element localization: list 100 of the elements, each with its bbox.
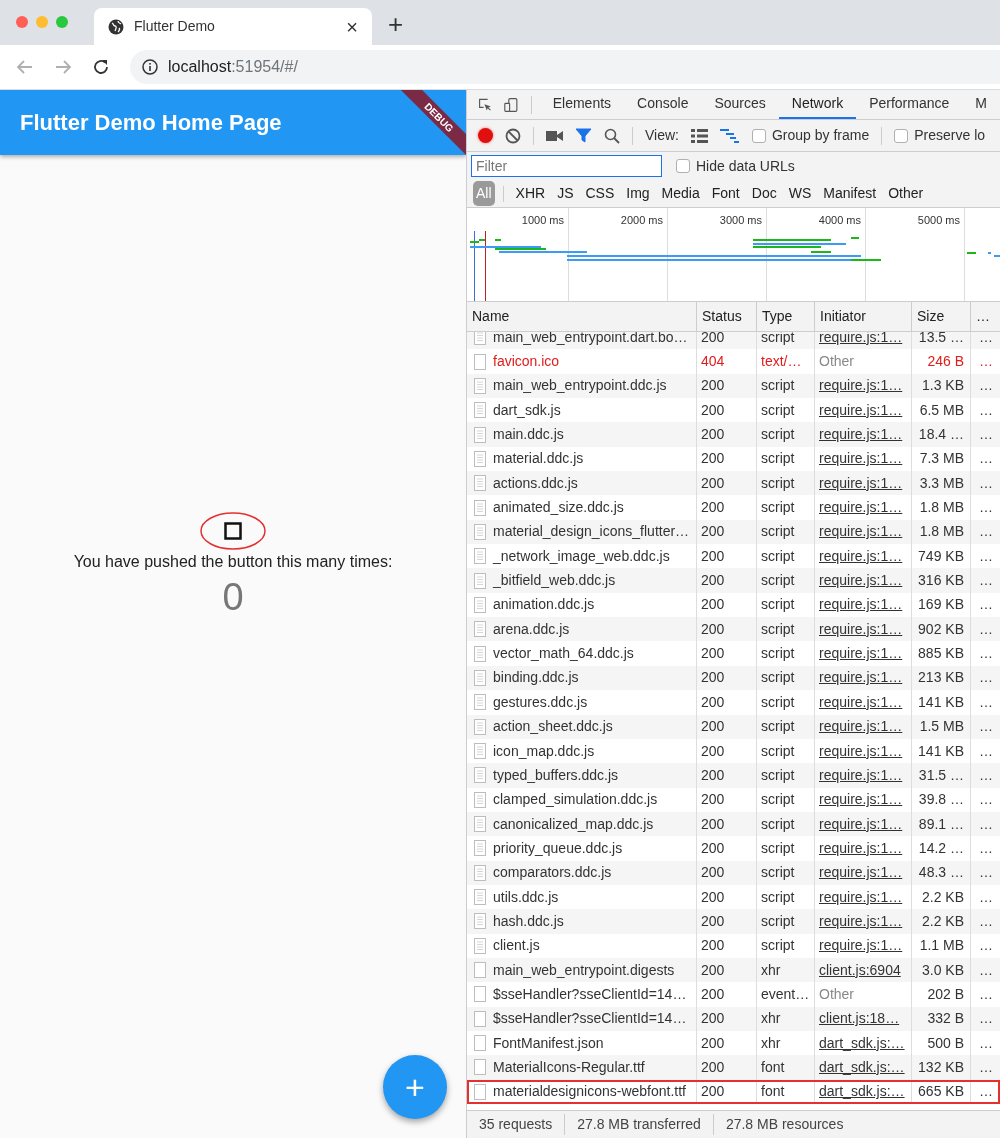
- type-cell-text: script: [761, 814, 795, 834]
- initiator-link[interactable]: require.js:1…: [819, 375, 903, 397]
- request-row[interactable]: binding.ddc.js 200 script require.js:1… 213 KB …: [467, 665, 1000, 691]
- status-cell-text: 200: [701, 376, 725, 396]
- initiator-link[interactable]: require.js:1…: [819, 740, 903, 762]
- initiator-link[interactable]: require.js:1…: [819, 472, 903, 494]
- browser-tab[interactable]: Flutter Demo ×: [94, 8, 372, 45]
- initiator-link[interactable]: require.js:1…: [819, 545, 903, 567]
- column-header[interactable]: Status: [697, 302, 757, 331]
- request-row[interactable]: comparators.ddc.js 200 script require.js:1… 48.3 … …: [467, 860, 1000, 885]
- initiator-link[interactable]: require.js:1…: [819, 764, 903, 786]
- initiator-link[interactable]: require.js:1…: [819, 716, 903, 738]
- more-cell-text: …: [979, 449, 993, 469]
- option-checkbox[interactable]: [752, 128, 766, 143]
- initiator-link[interactable]: require.js:1…: [819, 570, 903, 592]
- status-cell-text: 404: [701, 352, 725, 371]
- initiator-link[interactable]: require.js:1…: [819, 448, 903, 470]
- initiator-link[interactable]: require.js:1…: [819, 618, 903, 640]
- filter-icon[interactable]: [575, 127, 592, 144]
- initiator-link[interactable]: require.js:1…: [819, 643, 903, 665]
- request-row[interactable]: hash.ddc.js 200 script require.js:1… 2.2 KB …: [467, 909, 1000, 934]
- initiator-link[interactable]: dart_sdk.js:…: [819, 1081, 905, 1103]
- script-file-icon: [474, 499, 486, 516]
- reload-icon[interactable]: [92, 58, 110, 76]
- column-header[interactable]: Name: [467, 302, 697, 331]
- more-cell-text: …: [979, 936, 993, 956]
- initiator-link[interactable]: require.js:1…: [819, 399, 903, 421]
- request-row[interactable]: action_sheet.ddc.js 200 script require.js:1… 1.5 MB …: [467, 714, 1000, 739]
- initiator-link[interactable]: dart_sdk.js:…: [819, 1032, 905, 1054]
- request-row[interactable]: canonicalized_map.ddc.js 200 script require.js:1… 89.1 … …: [467, 811, 1000, 837]
- type-filter[interactable]: JS: [557, 183, 574, 204]
- type-filter[interactable]: Other: [888, 183, 924, 204]
- clear-icon[interactable]: [505, 127, 521, 144]
- hide-data-urls-checkbox[interactable]: [676, 159, 690, 173]
- initiator-link[interactable]: require.js:1…: [819, 691, 903, 713]
- devtools-tab[interactable]: M: [962, 90, 1000, 119]
- device-toolbar-icon[interactable]: [504, 95, 519, 114]
- initiator-link[interactable]: require.js:1…: [819, 332, 903, 348]
- request-name: binding.ddc.js: [493, 668, 579, 688]
- initiator-link[interactable]: require.js:1…: [819, 837, 903, 859]
- initiator-link[interactable]: client.js:6904: [819, 959, 901, 981]
- request-row[interactable]: materialdesignicons-webfont.ttf 200 font dart_sdk.js:… 665 KB …: [467, 1079, 1000, 1104]
- initiator-link[interactable]: require.js:1…: [819, 910, 903, 932]
- record-button[interactable]: [478, 128, 493, 143]
- initiator-link[interactable]: require.js:1…: [819, 886, 903, 908]
- devtools-tab[interactable]: Console: [624, 90, 702, 119]
- initiator-link[interactable]: client.js:18…: [819, 1008, 900, 1030]
- initiator-link[interactable]: require.js:1…: [819, 424, 903, 446]
- initiator-link[interactable]: require.js:1…: [819, 862, 903, 884]
- initiator-link[interactable]: require.js:1…: [819, 667, 903, 689]
- request-row[interactable]: main.ddc.js 200 script require.js:1… 18.4 … …: [467, 422, 1000, 447]
- type-filter[interactable]: XHR: [515, 183, 546, 204]
- request-row[interactable]: material_design_icons_flutter… 200 script require.js:1… 1.8 MB …: [467, 519, 1000, 545]
- waterfall-icon[interactable]: [720, 128, 740, 143]
- address-field[interactable]: localhost:51954/#/: [130, 50, 1000, 84]
- close-window-icon[interactable]: [16, 15, 28, 28]
- initiator-link[interactable]: require.js:1…: [819, 789, 903, 811]
- camera-icon[interactable]: [546, 129, 563, 142]
- initiator-link[interactable]: dart_sdk.js:…: [819, 1057, 905, 1078]
- list-view-icon[interactable]: [691, 128, 708, 143]
- initiator-link[interactable]: require.js:1…: [819, 594, 903, 616]
- search-icon[interactable]: [604, 127, 620, 144]
- initiator-link[interactable]: require.js:1…: [819, 813, 903, 835]
- type-filter[interactable]: Media: [661, 183, 700, 204]
- close-tab-button[interactable]: ×: [346, 16, 358, 37]
- request-row[interactable]: main_web_entrypoint.ddc.js 200 script require.js:1… 1.3 KB …: [467, 373, 1000, 399]
- request-row[interactable]: $sseHandler?sseClientId=14… 200 xhr client.js:18… 332 B …: [467, 1006, 1000, 1031]
- new-tab-button[interactable]: +: [388, 10, 404, 37]
- devtools-tab[interactable]: Elements: [539, 90, 625, 119]
- counter-message: You have pushed the button this many times:: [73, 551, 393, 572]
- more-cell-text: …: [979, 911, 993, 931]
- request-row[interactable]: main_web_entrypoint.digests 200 xhr client.js:6904 3.0 KB …: [467, 957, 1000, 983]
- type-filter[interactable]: Doc: [751, 183, 777, 204]
- option-checkbox[interactable]: [894, 128, 909, 143]
- request-row[interactable]: typed_buffers.ddc.js 200 script require.js:1… 31.5 … …: [467, 763, 1000, 788]
- type-filter[interactable]: WS: [788, 183, 812, 204]
- script-file-icon: [474, 475, 486, 492]
- initiator-link[interactable]: require.js:1…: [819, 521, 903, 543]
- hide-data-urls-label: Hide data URLs: [696, 156, 795, 176]
- type-cell-text: script: [761, 717, 795, 737]
- column-header[interactable]: …: [971, 302, 1000, 331]
- initiator-link[interactable]: require.js:1…: [819, 497, 903, 519]
- column-header[interactable]: Size: [912, 302, 971, 331]
- initiator-link[interactable]: require.js:1…: [819, 935, 903, 957]
- column-header[interactable]: Initiator: [815, 302, 912, 331]
- column-header[interactable]: Type: [757, 302, 815, 331]
- type-filter[interactable]: Font: [711, 183, 740, 204]
- request-row[interactable]: actions.ddc.js 200 script require.js:1… 3.3 MB …: [467, 471, 1000, 496]
- request-row[interactable]: main_web_entrypoint.dart.bo… 200 script require.js:1… 13.5 … …: [467, 332, 1000, 350]
- type-filter[interactable]: Img: [626, 183, 650, 204]
- request-row[interactable]: _bitfield_web.ddc.js 200 script require.js:1… 316 KB …: [467, 568, 1000, 593]
- status-cell-text: 200: [701, 838, 725, 858]
- filter-field[interactable]: Filter: [471, 155, 662, 177]
- type-cell-text: script: [761, 376, 795, 396]
- devtools-tab[interactable]: Sources: [701, 90, 779, 119]
- request-row[interactable]: arena.ddc.js 200 script require.js:1… 902 KB …: [467, 617, 1000, 642]
- type-filter[interactable]: CSS: [585, 183, 615, 204]
- request-row[interactable]: MaterialIcons-Regular.ttf 200 font dart_sdk.js:… 132 KB …: [467, 1055, 1000, 1080]
- type-filter[interactable]: Manifest: [823, 183, 877, 204]
- devtools-tab[interactable]: Performance: [856, 90, 963, 119]
